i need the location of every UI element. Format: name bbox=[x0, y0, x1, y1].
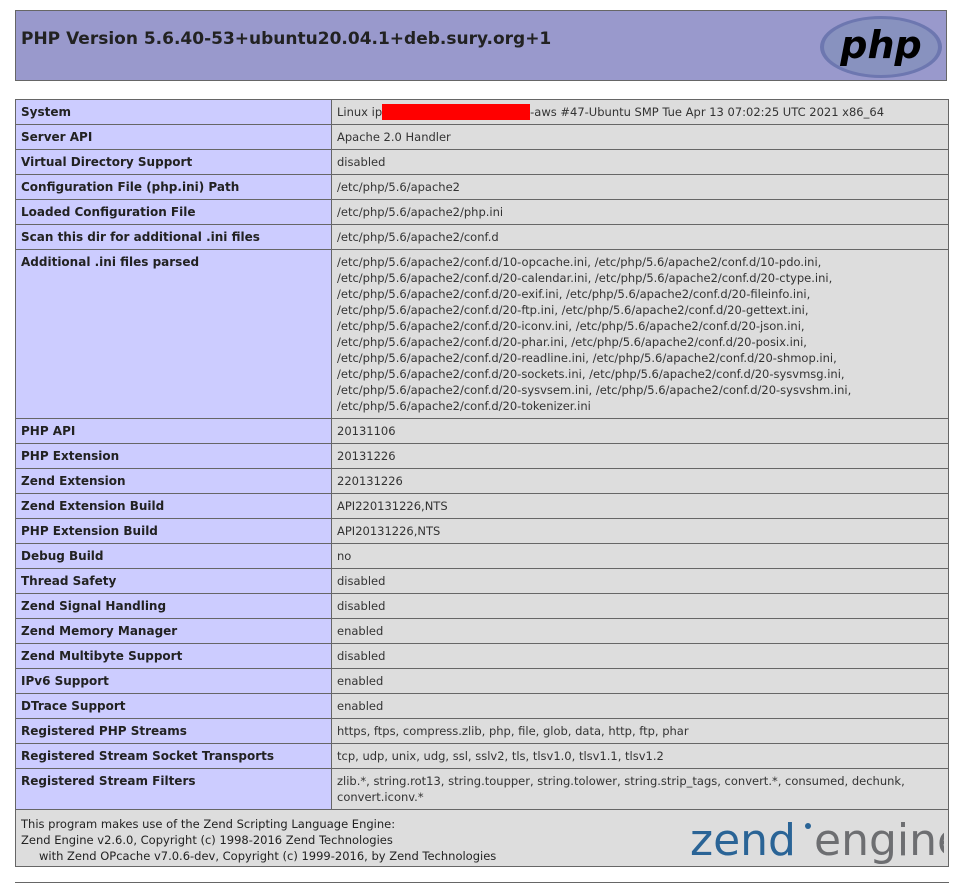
table-row: Virtual Directory Support disabled bbox=[15, 149, 949, 175]
row-label: Loaded Configuration File bbox=[15, 199, 332, 225]
row-label: DTrace Support bbox=[15, 693, 332, 719]
row-value: tcp, udp, unix, udg, ssl, sslv2, tls, tl… bbox=[331, 743, 949, 769]
row-value: 220131226 bbox=[331, 468, 949, 494]
table-row: PHP API 20131106 bbox=[15, 418, 949, 444]
row-value: https, ftps, compress.zlib, php, file, g… bbox=[331, 718, 949, 744]
row-label: Debug Build bbox=[15, 543, 332, 569]
row-label: PHP API bbox=[15, 418, 332, 444]
row-label: Zend Memory Manager bbox=[15, 618, 332, 644]
table-row: Zend Extension Build API220131226,NTS bbox=[15, 493, 949, 519]
ini-file-line: /etc/php/5.6/apache2/conf.d/10-opcache.i… bbox=[337, 255, 822, 269]
table-row: Loaded Configuration File/etc/php/5.6/ap… bbox=[15, 199, 949, 225]
ini-file-line: /etc/php/5.6/apache2/conf.d/20-tokenizer… bbox=[337, 399, 591, 413]
row-value: disabled bbox=[331, 643, 949, 669]
php-version-header: PHP Version 5.6.40-53+ubuntu20.04.1+deb.… bbox=[15, 10, 947, 81]
table-row: Zend Extension 220131226 bbox=[15, 468, 949, 494]
row-value: 20131226 bbox=[331, 443, 949, 469]
row-label: PHP Extension bbox=[15, 443, 332, 469]
row-label: System bbox=[15, 99, 332, 125]
row-value: disabled bbox=[331, 149, 949, 175]
row-label: Configuration File (php.ini) Path bbox=[15, 174, 332, 200]
row-value: Apache 2.0 Handler bbox=[331, 124, 949, 150]
table-row: Zend Signal Handling disabled bbox=[15, 593, 949, 619]
row-label: Virtual Directory Support bbox=[15, 149, 332, 175]
row-value: /etc/php/5.6/apache2/conf.d/10-opcache.i… bbox=[331, 249, 949, 419]
table-row: System Linux ip -aws #47-Ubuntu SMP Tue A… bbox=[15, 99, 949, 125]
row-value: no bbox=[331, 543, 949, 569]
zend-credits: This program makes use of the Zend Scrip… bbox=[21, 816, 496, 864]
row-value: 20131106 bbox=[331, 418, 949, 444]
ini-file-line: /etc/php/5.6/apache2/conf.d/20-ftp.ini, … bbox=[337, 303, 809, 317]
row-value: API220131226,NTS bbox=[331, 493, 949, 519]
ini-file-line: /etc/php/5.6/apache2/conf.d/20-calendar.… bbox=[337, 271, 833, 285]
table-row: Additional .ini files parsed/etc/php/5.6… bbox=[15, 249, 949, 419]
zend-credit-line: with Zend OPcache v7.0.6-dev, Copyright … bbox=[39, 849, 497, 863]
table-row: PHP Extension Build API20131226,NTS bbox=[15, 518, 949, 544]
row-value: Linux ip -aws #47-Ubuntu SMP Tue Apr 13 0… bbox=[331, 99, 949, 125]
zend-credit-line: Zend Engine v2.6.0, Copyright (c) 1998-2… bbox=[21, 833, 393, 847]
row-value: enabled bbox=[331, 668, 949, 694]
row-value: disabled bbox=[331, 568, 949, 594]
table-row: Configuration File (php.ini) Path/etc/ph… bbox=[15, 174, 949, 200]
row-value: API20131226,NTS bbox=[331, 518, 949, 544]
php-info-table: System Linux ip -aws #47-Ubuntu SMP Tue A… bbox=[15, 99, 949, 810]
redaction-block bbox=[382, 104, 531, 120]
ini-file-line: /etc/php/5.6/apache2/conf.d/20-exif.ini,… bbox=[337, 287, 811, 301]
row-label: Registered PHP Streams bbox=[15, 718, 332, 744]
row-value: disabled bbox=[331, 593, 949, 619]
table-row: Zend Memory Manager enabled bbox=[15, 618, 949, 644]
row-label: Zend Extension Build bbox=[15, 493, 332, 519]
table-row: Debug Build no bbox=[15, 543, 949, 569]
php-logo-icon: php bbox=[820, 16, 942, 78]
row-label: Scan this dir for additional .ini files bbox=[15, 224, 332, 250]
row-value: enabled bbox=[331, 693, 949, 719]
row-value: zlib.*, string.rot13, string.toupper, st… bbox=[331, 768, 949, 810]
php-logo-text: php bbox=[839, 23, 921, 67]
ini-file-line: /etc/php/5.6/apache2/conf.d/20-phar.ini,… bbox=[337, 335, 807, 349]
table-row: Server API Apache 2.0 Handler bbox=[15, 124, 949, 150]
row-value: /etc/php/5.6/apache2 bbox=[331, 174, 949, 200]
row-label: Zend Multibyte Support bbox=[15, 643, 332, 669]
row-label: Zend Signal Handling bbox=[15, 593, 332, 619]
zend-logo-word: zend bbox=[690, 815, 796, 864]
row-value: /etc/php/5.6/apache2/php.ini bbox=[331, 199, 949, 225]
row-label: Server API bbox=[15, 124, 332, 150]
divider bbox=[15, 882, 949, 883]
row-label: Registered Stream Filters bbox=[15, 768, 332, 810]
row-label: IPv6 Support bbox=[15, 668, 332, 694]
table-row: Zend Multibyte Support disabled bbox=[15, 643, 949, 669]
row-value: /etc/php/5.6/apache2/conf.d bbox=[331, 224, 949, 250]
table-row: Registered PHP Streams https, ftps, compr… bbox=[15, 718, 949, 744]
ini-file-line: /etc/php/5.6/apache2/conf.d/20-readline.… bbox=[337, 351, 837, 365]
table-row: Thread Safety disabled bbox=[15, 568, 949, 594]
page-title: PHP Version 5.6.40-53+ubuntu20.04.1+deb.… bbox=[21, 29, 552, 49]
table-row: Registered Stream Filters zlib.*, string.… bbox=[15, 768, 949, 810]
row-label: Registered Stream Socket Transports bbox=[15, 743, 332, 769]
row-label: PHP Extension Build bbox=[15, 518, 332, 544]
zend-engine-logo-icon: zend engine bbox=[690, 815, 944, 864]
engine-logo-word: engine bbox=[814, 815, 944, 864]
system-prefix: Linux ip bbox=[337, 105, 383, 119]
row-label: Zend Extension bbox=[15, 468, 332, 494]
system-suffix: -aws #47-Ubuntu SMP Tue Apr 13 07:02:25 … bbox=[530, 105, 885, 119]
ini-file-line: /etc/php/5.6/apache2/conf.d/20-sockets.i… bbox=[337, 367, 845, 381]
ini-file-line: /etc/php/5.6/apache2/conf.d/20-sysvsem.i… bbox=[337, 383, 852, 397]
table-row: DTrace Support enabled bbox=[15, 693, 949, 719]
row-label: Thread Safety bbox=[15, 568, 332, 594]
row-label: Additional .ini files parsed bbox=[15, 249, 332, 419]
table-row: IPv6 Support enabled bbox=[15, 668, 949, 694]
table-row: Scan this dir for additional .ini files /… bbox=[15, 224, 949, 250]
row-value: enabled bbox=[331, 618, 949, 644]
zend-credit-line: This program makes use of the Zend Scrip… bbox=[21, 817, 396, 831]
table-row: PHP Extension 20131226 bbox=[15, 443, 949, 469]
ini-file-line: /etc/php/5.6/apache2/conf.d/20-iconv.ini… bbox=[337, 319, 805, 333]
zend-footer: This program makes use of the Zend Scrip… bbox=[15, 809, 949, 867]
table-row: Registered Stream Socket Transports tcp, … bbox=[15, 743, 949, 769]
